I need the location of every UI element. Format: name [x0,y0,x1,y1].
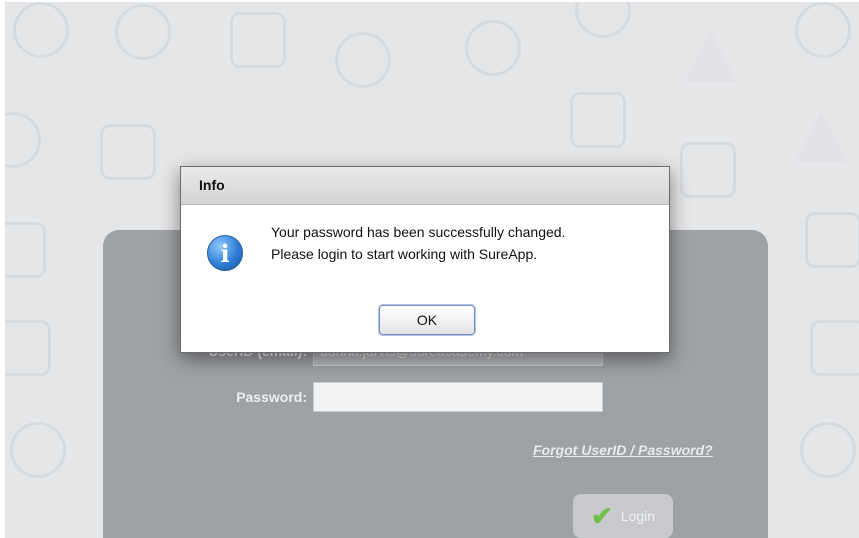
info-dialog: Info i Your password has been successful… [180,166,670,353]
decorative-car-icon [805,212,859,268]
decorative-house-icon [5,222,46,278]
decorative-bell-icon [795,112,847,162]
decorative-lock-icon [810,320,859,376]
decorative-safe-icon [570,92,626,148]
decorative-sail-icon [685,32,737,82]
decorative-calendar-icon [680,142,736,198]
ok-button[interactable]: OK [379,305,475,335]
password-input[interactable] [313,382,603,412]
dialog-message-line1: Your password has been successfully chan… [271,224,566,240]
checkmark-icon: ✔ [590,500,613,531]
login-button[interactable]: ✔ Login [573,494,673,538]
decorative-circle-icon [575,2,631,38]
dialog-message-line2: Please login to start working with SureA… [271,246,538,262]
dialog-title: Info [181,167,669,205]
login-button-label: Login [620,508,656,524]
password-row: Password: [103,382,603,412]
decorative-heart-icon [115,4,171,60]
decorative-box-icon [230,12,286,68]
decorative-badge-icon [13,2,69,58]
password-label: Password: [236,389,307,405]
decorative-badge-icon [795,2,851,58]
decorative-badge-icon [10,422,66,478]
decorative-badge-icon [800,422,856,478]
info-icon: i [207,235,243,271]
decorative-phone-icon [100,124,156,180]
forgot-password-link[interactable]: Forgot UserID / Password? [533,442,713,458]
decorative-lock-icon [5,320,51,376]
dialog-message: Your password has been successfully chan… [271,221,565,265]
decorative-pin-icon [465,20,521,76]
decorative-helmet-icon [335,32,391,88]
decorative-triangle-icon [5,112,41,168]
